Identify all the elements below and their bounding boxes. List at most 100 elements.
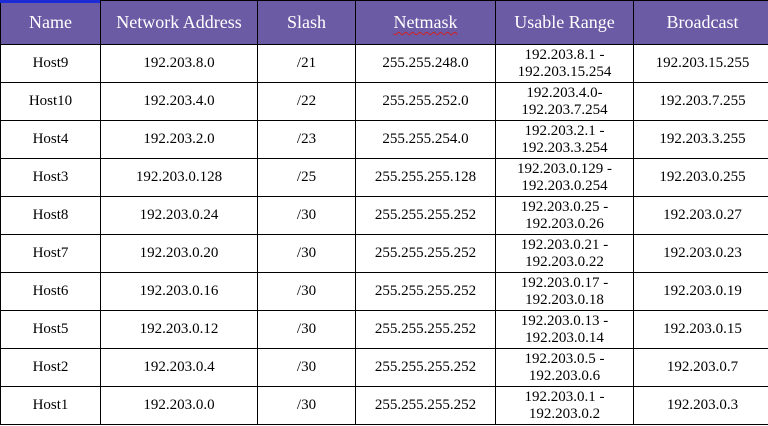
table-row: Host6 192.203.0.16 /30 255.255.255.252 1… [0, 272, 768, 311]
cell-slash[interactable]: /30 [257, 272, 356, 311]
range-end: 192.203.0.254 [521, 177, 608, 194]
cell-slash[interactable]: /21 [257, 44, 356, 83]
cell-netmask[interactable]: 255.255.255.252 [355, 234, 496, 273]
cell-name[interactable]: Host4 [0, 120, 101, 159]
cell-netmask[interactable]: 255.255.254.0 [355, 120, 496, 159]
cell-name[interactable]: Host10 [0, 82, 101, 121]
header-broadcast: Broadcast [633, 0, 768, 45]
cell-name[interactable]: Host1 [0, 386, 101, 425]
cell-broadcast[interactable]: 192.203.7.255 [633, 82, 768, 121]
cell-network-address[interactable]: 192.203.4.0 [100, 82, 258, 121]
cell-name[interactable]: Host2 [0, 348, 101, 387]
cell-netmask[interactable]: 255.255.248.0 [355, 44, 496, 83]
cell-broadcast[interactable]: 192.203.0.19 [633, 272, 768, 311]
cell-slash[interactable]: /30 [257, 348, 356, 387]
range-start: 192.203.0.5 - [524, 350, 605, 367]
cell-network-address[interactable]: 192.203.0.128 [100, 158, 258, 197]
selection-marker [0, 0, 100, 3]
range-end: 192.203.0.26 [525, 215, 604, 232]
cell-slash[interactable]: /25 [257, 158, 356, 197]
cell-broadcast[interactable]: 192.203.0.3 [633, 386, 768, 425]
cell-broadcast[interactable]: 192.203.0.23 [633, 234, 768, 273]
cell-usable-range[interactable]: 192.203.0.17 - 192.203.0.18 [495, 272, 634, 311]
cell-network-address[interactable]: 192.203.2.0 [100, 120, 258, 159]
range-start: 192.203.0.1 - [524, 388, 605, 405]
cell-name[interactable]: Host9 [0, 44, 101, 83]
spellcheck-underlined-word: Netmask [393, 12, 458, 32]
cell-network-address[interactable]: 192.203.0.20 [100, 234, 258, 273]
cell-slash[interactable]: /30 [257, 196, 356, 235]
cell-name[interactable]: Host7 [0, 234, 101, 273]
table-row: Host8 192.203.0.24 /30 255.255.255.252 1… [0, 196, 768, 235]
range-start: 192.203.8.1 - [524, 46, 605, 63]
cell-slash[interactable]: /30 [257, 386, 356, 425]
cell-broadcast[interactable]: 192.203.0.7 [633, 348, 768, 387]
cell-slash[interactable]: /30 [257, 310, 356, 349]
cell-name[interactable]: Host5 [0, 310, 101, 349]
header-network-address: Network Address [100, 0, 258, 45]
range-end: 192.203.3.254 [521, 139, 608, 156]
cell-network-address[interactable]: 192.203.0.4 [100, 348, 258, 387]
header-name: Name [0, 0, 101, 45]
range-end: 192.203.0.2 [528, 405, 601, 422]
cell-slash[interactable]: /23 [257, 120, 356, 159]
range-end: 192.203.0.22 [525, 253, 604, 270]
cell-broadcast[interactable]: 192.203.0.27 [633, 196, 768, 235]
table-row: Host9 192.203.8.0 /21 255.255.248.0 192.… [0, 44, 768, 83]
range-start: 192.203.0.25 - [520, 198, 609, 215]
range-end: 192.203.15.254 [517, 63, 612, 80]
cell-netmask[interactable]: 255.255.255.252 [355, 310, 496, 349]
range-start: 192.203.0.21 - [520, 236, 609, 253]
cell-network-address[interactable]: 192.203.0.24 [100, 196, 258, 235]
cell-name[interactable]: Host8 [0, 196, 101, 235]
cell-broadcast[interactable]: 192.203.0.15 [633, 310, 768, 349]
cell-netmask[interactable]: 255.255.252.0 [355, 82, 496, 121]
cell-slash[interactable]: /30 [257, 234, 356, 273]
cell-network-address[interactable]: 192.203.0.12 [100, 310, 258, 349]
cell-broadcast[interactable]: 192.203.0.255 [633, 158, 768, 197]
cell-usable-range[interactable]: 192.203.8.1 - 192.203.15.254 [495, 44, 634, 83]
cell-broadcast[interactable]: 192.203.15.255 [633, 44, 768, 83]
header-usable-range: Usable Range [495, 0, 634, 45]
cell-usable-range[interactable]: 192.203.0.21 - 192.203.0.22 [495, 234, 634, 273]
range-start: 192.203.0.129 - [517, 160, 612, 177]
cell-slash[interactable]: /22 [257, 82, 356, 121]
cell-usable-range[interactable]: 192.203.0.13 - 192.203.0.14 [495, 310, 634, 349]
range-end: 192.203.7.254 [521, 101, 608, 118]
range-end: 192.203.0.18 [525, 291, 604, 308]
table-row: Host4 192.203.2.0 /23 255.255.254.0 192.… [0, 120, 768, 159]
table-body: Host9 192.203.8.0 /21 255.255.248.0 192.… [0, 44, 768, 425]
table-row: Host7 192.203.0.20 /30 255.255.255.252 1… [0, 234, 768, 273]
table-header-row: Name Network Address Slash Netmask Usabl… [0, 0, 768, 45]
cell-network-address[interactable]: 192.203.0.16 [100, 272, 258, 311]
cell-usable-range[interactable]: 192.203.0.5 - 192.203.0.6 [495, 348, 634, 387]
cell-network-address[interactable]: 192.203.0.0 [100, 386, 258, 425]
cell-netmask[interactable]: 255.255.255.252 [355, 272, 496, 311]
table-row: Host3 192.203.0.128 /25 255.255.255.128 … [0, 158, 768, 197]
range-end: 192.203.0.6 [528, 367, 601, 384]
cell-netmask[interactable]: 255.255.255.252 [355, 348, 496, 387]
cell-network-address[interactable]: 192.203.8.0 [100, 44, 258, 83]
cell-name[interactable]: Host6 [0, 272, 101, 311]
table-row: Host10 192.203.4.0 /22 255.255.252.0 192… [0, 82, 768, 121]
cell-usable-range[interactable]: 192.203.0.129 - 192.203.0.254 [495, 158, 634, 197]
cell-netmask[interactable]: 255.255.255.252 [355, 196, 496, 235]
cell-netmask[interactable]: 255.255.255.252 [355, 386, 496, 425]
range-end: 192.203.0.14 [525, 329, 604, 346]
cell-netmask[interactable]: 255.255.255.128 [355, 158, 496, 197]
range-start: 192.203.4.0- [526, 84, 603, 101]
header-netmask: Netmask [355, 0, 496, 45]
table-row: Host1 192.203.0.0 /30 255.255.255.252 19… [0, 386, 768, 425]
range-start: 192.203.2.1 - [524, 122, 605, 139]
cell-broadcast[interactable]: 192.203.3.255 [633, 120, 768, 159]
range-start: 192.203.0.13 - [520, 312, 609, 329]
cell-usable-range[interactable]: 192.203.4.0- 192.203.7.254 [495, 82, 634, 121]
subnet-table: Name Network Address Slash Netmask Usabl… [0, 0, 768, 425]
table-row: Host5 192.203.0.12 /30 255.255.255.252 1… [0, 310, 768, 349]
cell-usable-range[interactable]: 192.203.0.25 - 192.203.0.26 [495, 196, 634, 235]
cell-usable-range[interactable]: 192.203.0.1 - 192.203.0.2 [495, 386, 634, 425]
range-start: 192.203.0.17 - [520, 274, 609, 291]
cell-name[interactable]: Host3 [0, 158, 101, 197]
header-slash: Slash [257, 0, 356, 45]
cell-usable-range[interactable]: 192.203.2.1 - 192.203.3.254 [495, 120, 634, 159]
